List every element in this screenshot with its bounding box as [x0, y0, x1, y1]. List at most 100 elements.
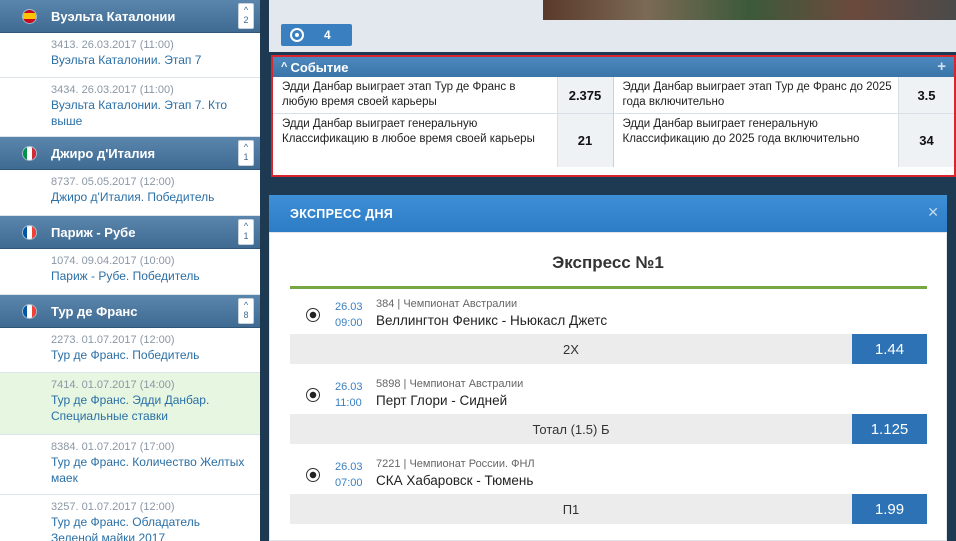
- market-header[interactable]: ^ Событие +: [273, 57, 954, 77]
- match-teams[interactable]: СКА Хабаровск - Тюмень: [376, 473, 533, 488]
- item-meta: 3413. 26.03.2017 (11:00): [51, 39, 174, 51]
- item-meta: 3434. 26.03.2017 (11:00): [51, 84, 174, 96]
- express-body: Экспресс №1 26.03 09:00 384 | Чемпионат А…: [269, 232, 947, 541]
- plus-icon[interactable]: +: [937, 58, 946, 75]
- sidebar: Вуэльта Каталонии ^ 2 3413. 26.03.2017 (1…: [0, 0, 260, 541]
- market-title: Событие: [290, 59, 349, 75]
- category-count-badge[interactable]: ^ 2: [238, 3, 254, 29]
- item-title[interactable]: Джиро д'Италия. Победитель: [51, 189, 250, 205]
- express-title: Экспресс №1: [552, 253, 664, 272]
- list-item[interactable]: 3434. 26.03.2017 (11:00) Вуэльта Каталон…: [0, 78, 260, 137]
- match-league: 5898 | Чемпионат Австралии: [376, 378, 524, 390]
- bet-odd-button[interactable]: 1.99: [852, 494, 927, 524]
- list-item[interactable]: 8737. 05.05.2017 (12:00) Джиро д'Италия.…: [0, 170, 260, 216]
- list-item[interactable]: 3257. 01.07.2017 (12:00) Тур де Франс. О…: [0, 495, 260, 541]
- category-title: Париж - Рубе: [51, 224, 136, 240]
- bet-row: П1 1.99: [290, 494, 927, 524]
- list-item[interactable]: 2273. 01.07.2017 (12:00) Тур де Франс. П…: [0, 328, 260, 373]
- category-title: Джиро д'Италия: [51, 145, 156, 161]
- divider: [290, 286, 927, 289]
- category-header-paris-roubaix[interactable]: Париж - Рубе ^ 1: [0, 216, 260, 249]
- match-teams[interactable]: Перт Глори - Сидней: [376, 393, 507, 408]
- list-item[interactable]: 8384. 01.07.2017 (17:00) Тур де Франс. К…: [0, 435, 260, 495]
- outcome-odd[interactable]: 34: [898, 114, 954, 167]
- statistics-tab[interactable]: 4: [281, 24, 352, 46]
- close-icon[interactable]: ✕: [927, 204, 939, 221]
- france-flag-icon: [22, 224, 37, 240]
- outcome-cell[interactable]: Эдди Данбар выиграет этап Тур де Франс в…: [273, 77, 614, 114]
- chevron-up-icon: ^: [243, 300, 249, 310]
- item-title[interactable]: Вуэльта Каталонии. Этап 7: [51, 52, 250, 68]
- outcome-odd[interactable]: 21: [556, 114, 613, 167]
- chevron-up-icon[interactable]: ^: [281, 61, 287, 73]
- match-info: 26.03 09:00 384 | Чемпионат Австралии Вел…: [290, 291, 927, 334]
- spain-flag-icon: [22, 8, 37, 24]
- match-time: 11:00: [335, 397, 362, 409]
- bet-name: Тотал (1.5) Б: [532, 421, 610, 437]
- item-meta: 2273. 01.07.2017 (12:00): [51, 334, 175, 346]
- match-date: 26.03: [335, 381, 363, 393]
- item-meta: 7414. 01.07.2017 (14:00): [51, 379, 175, 391]
- bet-name: 2Х: [563, 341, 579, 357]
- football-icon: [306, 388, 320, 402]
- match-time: 09:00: [335, 317, 363, 329]
- item-title[interactable]: Тур де Франс. Обладатель Зеленой майки 2…: [51, 514, 250, 541]
- match-datetime: 26.03 11:00: [335, 379, 363, 411]
- category-count-badge[interactable]: ^ 1: [238, 140, 254, 166]
- item-title[interactable]: Тур де Франс. Победитель: [51, 347, 250, 363]
- match-info: 26.03 11:00 5898 | Чемпионат Австралии Пе…: [290, 371, 927, 414]
- target-icon: [290, 28, 304, 42]
- list-item[interactable]: 3413. 26.03.2017 (11:00) Вуэльта Каталон…: [0, 33, 260, 78]
- list-item-active[interactable]: 7414. 01.07.2017 (14:00) Тур де Франс. Э…: [0, 373, 260, 435]
- bet-row: Тотал (1.5) Б 1.125: [290, 414, 927, 444]
- statistics-count: 4: [324, 28, 331, 42]
- outcome-cell[interactable]: Эдди Данбар выиграет генеральную Классиф…: [614, 114, 954, 167]
- category-count-badge[interactable]: ^ 1: [238, 219, 254, 245]
- category-count-badge[interactable]: ^ 8: [238, 298, 254, 324]
- chevron-up-icon: ^: [243, 5, 249, 15]
- category-header-tour-de-france[interactable]: Тур де Франс ^ 8: [0, 295, 260, 328]
- outcome-name: Эдди Данбар выиграет этап Тур де Франс д…: [622, 81, 892, 108]
- express-match: 26.03 07:00 7221 | Чемпионат России. ФНЛ …: [290, 451, 927, 524]
- match-date: 26.03: [335, 461, 363, 473]
- main-content: 4 ^ Событие + Эдди Данбар выиграет этап …: [260, 0, 956, 541]
- outcome-name: Эдди Данбар выиграет генеральную Классиф…: [622, 118, 860, 145]
- item-title[interactable]: Тур де Франс. Количество Желтых маек: [51, 454, 250, 486]
- category-header-vuelta-catalonia[interactable]: Вуэльта Каталонии ^ 2: [0, 0, 260, 33]
- express-header: ЭКСПРЕСС ДНЯ ✕: [269, 195, 947, 232]
- football-icon: [306, 308, 320, 322]
- match-time: 07:00: [335, 477, 363, 489]
- item-title[interactable]: Тур де Франс. Эдди Данбар. Специальные с…: [51, 392, 250, 424]
- item-meta: 8737. 05.05.2017 (12:00): [51, 176, 175, 188]
- outcomes-grid: Эдди Данбар выиграет этап Тур де Франс в…: [273, 77, 954, 167]
- event-market: ^ Событие + Эдди Данбар выиграет этап Ту…: [271, 55, 956, 177]
- outcome-odd[interactable]: 3.5: [898, 77, 954, 113]
- outcome-cell[interactable]: Эдди Данбар выиграет этап Тур де Франс д…: [613, 77, 954, 114]
- category-header-giro[interactable]: Джиро д'Италия ^ 1: [0, 137, 260, 170]
- match-date: 26.03: [335, 301, 363, 313]
- match-datetime: 26.03 09:00: [335, 299, 363, 331]
- category-title: Вуэльта Каталонии: [51, 8, 176, 24]
- italy-flag-icon: [22, 145, 37, 161]
- match-teams[interactable]: Веллингтон Феникс - Ньюкасл Джетс: [376, 313, 607, 328]
- chevron-up-icon: ^: [243, 221, 249, 231]
- football-icon: [306, 468, 320, 482]
- outcome-name: Эдди Данбар выиграет генеральную Классиф…: [282, 118, 535, 145]
- bet-name: П1: [562, 501, 580, 517]
- item-title[interactable]: Париж - Рубе. Победитель: [51, 268, 250, 284]
- bet-row: 2Х 1.44: [290, 334, 927, 364]
- outcome-odd[interactable]: 2.375: [556, 77, 613, 113]
- item-title[interactable]: Вуэльта Каталонии. Этап 7. Кто выше: [51, 97, 250, 129]
- france-flag-icon: [22, 303, 37, 319]
- outcome-cell[interactable]: Эдди Данбар выиграет генеральную Классиф…: [273, 114, 614, 167]
- match-league: 7221 | Чемпионат России. ФНЛ: [376, 458, 535, 470]
- category-title: Тур де Франс: [51, 303, 138, 319]
- bet-odd-button[interactable]: 1.44: [852, 334, 927, 364]
- chevron-up-icon: ^: [243, 142, 249, 152]
- bet-odd-button[interactable]: 1.125: [852, 414, 927, 444]
- match-datetime: 26.03 07:00: [335, 459, 363, 491]
- list-item[interactable]: 1074. 09.04.2017 (10:00) Париж - Рубе. П…: [0, 249, 260, 295]
- outcome-name: Эдди Данбар выиграет этап Тур де Франс в…: [282, 81, 516, 108]
- item-meta: 1074. 09.04.2017 (10:00): [51, 255, 175, 267]
- banner-image: [543, 0, 956, 20]
